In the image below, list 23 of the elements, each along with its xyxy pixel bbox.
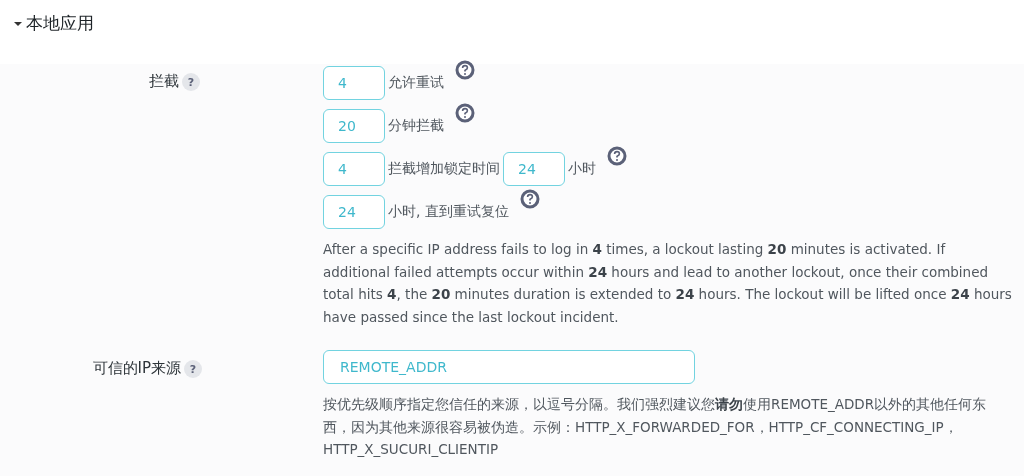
help-icon[interactable] (455, 60, 475, 80)
number-input[interactable]: 24 (323, 195, 385, 229)
field-label: 拦截 (149, 72, 179, 91)
help-badge[interactable]: ? (184, 360, 202, 378)
lockout-description: After a specific IP address fails to log in 4 times, a lockout lasting 20 minutes is activated. If additional failed attempts occur within 24 hours and lead to another lockout, once their combined total hits 4, the 20 minutes duration is extended to 24 hours. The lockout will be lifted once 24 hours have passed since the last lockout incident. (323, 240, 1013, 327)
number-input[interactable]: 24 (503, 152, 565, 186)
help-icon[interactable] (455, 103, 475, 123)
ip-source-input[interactable]: REMOTE_ADDR (323, 350, 695, 384)
field-label: 可信的IP来源 (92, 359, 181, 378)
field-text: 分钟拦截 (388, 117, 444, 135)
number-input[interactable]: 20 (323, 109, 385, 143)
caret-icon (14, 19, 22, 28)
number-input[interactable]: 4 (323, 66, 385, 100)
section-toggle[interactable]: 本地应用 (14, 12, 94, 35)
help-icon[interactable] (607, 146, 627, 166)
field-text: 小时 (568, 160, 596, 178)
field-text: 小时, 直到重试复位 (388, 203, 509, 221)
help-badge[interactable]: ? (182, 73, 200, 91)
help-icon[interactable] (519, 189, 540, 209)
field-text: 允许重试 (388, 74, 444, 92)
ip-source-description: 按优先级顺序指定您信任的来源，以逗号分隔。我们强烈建议您请勿使用REMOTE_ADDR以外的其他任何东西，因为其他来源很容易被伪造。示例：HTTP_X_FORWARDED_FOR，HTTP_CF_CONNECTING_IP，HTTP_X_SUCURI_CLIENTIP (323, 395, 988, 459)
field-text: 拦截增加锁定时间 (388, 160, 500, 178)
number-input[interactable]: 4 (323, 152, 385, 186)
